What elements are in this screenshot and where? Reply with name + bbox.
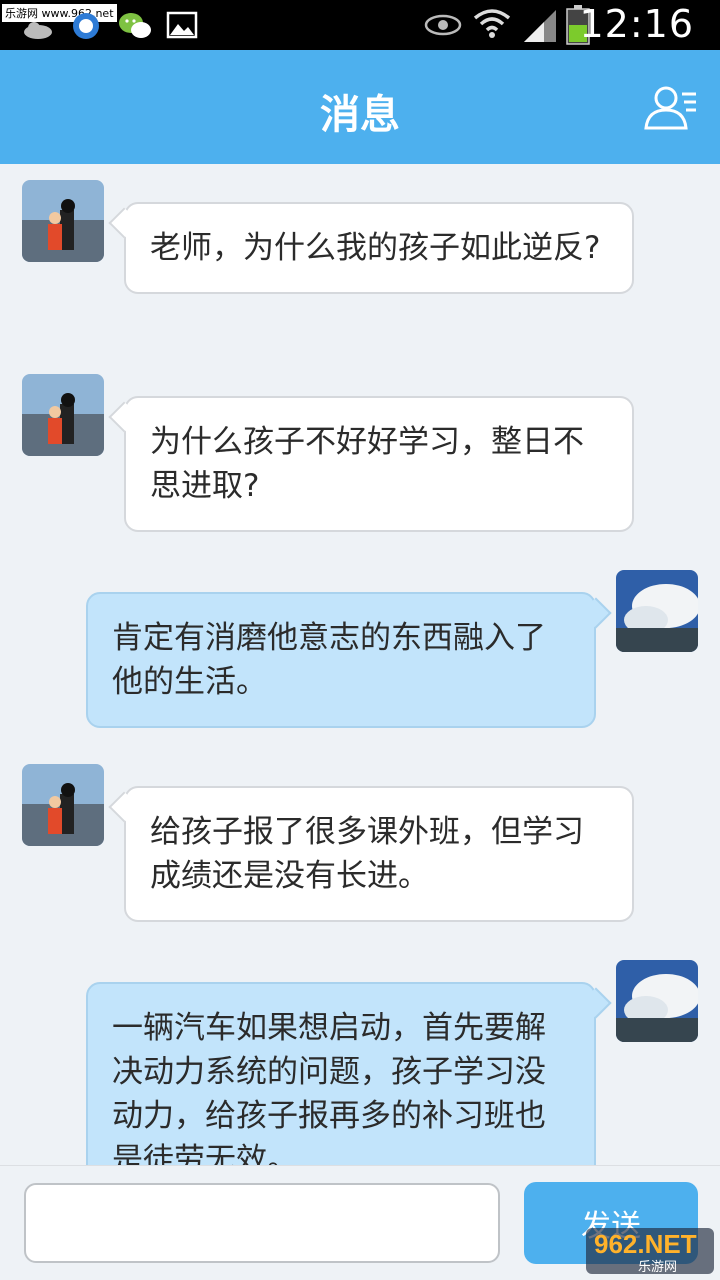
qq-icon (73, 13, 99, 39)
app-header: 消息 (0, 50, 720, 164)
teacher-avatar[interactable] (616, 960, 698, 1042)
contacts-icon[interactable] (642, 80, 698, 136)
message-bubble: 一辆汽车如果想启动，首先要解决动力系统的问题，孩子学习没动力，给孩子报再多的补习… (86, 982, 612, 1165)
message-bubble: 肯定有消磨他意志的东西融入了他的生活。 (86, 592, 612, 728)
message-text: 肯定有消磨他意志的东西融入了他的生活。 (112, 620, 546, 700)
wechat-icon (119, 13, 151, 38)
message-text: 老师，为什么我的孩子如此逆反? (150, 230, 601, 266)
bottom-watermark: 962.NET 乐游网 (586, 1228, 714, 1275)
message-text: 给孩子报了很多课外班，但学习成绩还是没有长进。 (150, 814, 584, 894)
parent-avatar[interactable] (22, 180, 104, 262)
message-list: 老师，为什么我的孩子如此逆反? 为什么孩子不好好学习，整日不思进取? 肯定有消磨… (0, 164, 720, 1165)
message-bubble: 给孩子报了很多课外班，但学习成绩还是没有长进。 (108, 786, 634, 922)
teacher-avatar[interactable] (616, 570, 698, 652)
eye-icon (424, 14, 462, 36)
page-title: 消息 (320, 91, 400, 138)
compose-bar: 发送 962.NET 乐游网 (0, 1165, 720, 1280)
status-bar: 乐游网 www.962.net 12:16 (0, 0, 720, 50)
message-text: 为什么孩子不好好学习，整日不思进取? (150, 424, 584, 504)
wifi-icon (473, 9, 511, 38)
parent-avatar[interactable] (22, 764, 104, 846)
clock: 12:16 (579, 2, 694, 46)
parent-avatar[interactable] (22, 374, 104, 456)
gallery-icon (166, 11, 198, 39)
watermark-label: 乐游网 (638, 1260, 678, 1275)
message-input[interactable] (24, 1183, 500, 1263)
signal-icon (524, 10, 556, 42)
cloud-icon (24, 22, 52, 39)
message-bubble: 为什么孩子不好好学习，整日不思进取? (108, 396, 634, 532)
message-text: 一辆汽车如果想启动，首先要解决动力系统的问题，孩子学习没动力，给孩子报再多的补习… (112, 1010, 546, 1165)
message-bubble: 老师，为什么我的孩子如此逆反? (108, 202, 634, 294)
